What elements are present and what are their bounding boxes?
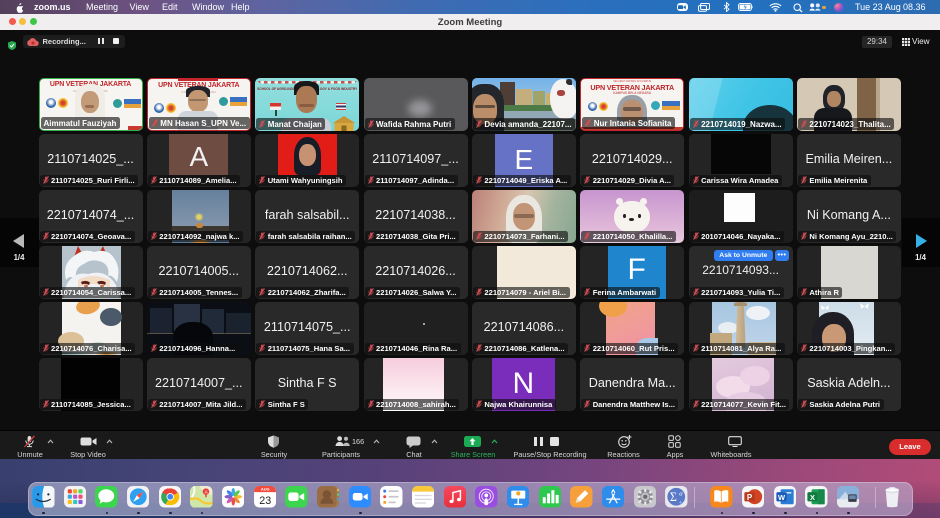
svg-text:X: X [810,493,815,502]
svg-text:+: + [679,500,682,506]
svg-text:α: α [679,490,683,497]
svg-text:23: 23 [259,495,271,507]
svg-text:Σ: Σ [670,490,677,504]
svg-text:W: W [778,493,786,502]
svg-text:P: P [747,493,753,502]
svg-text:AUG: AUG [261,487,270,492]
